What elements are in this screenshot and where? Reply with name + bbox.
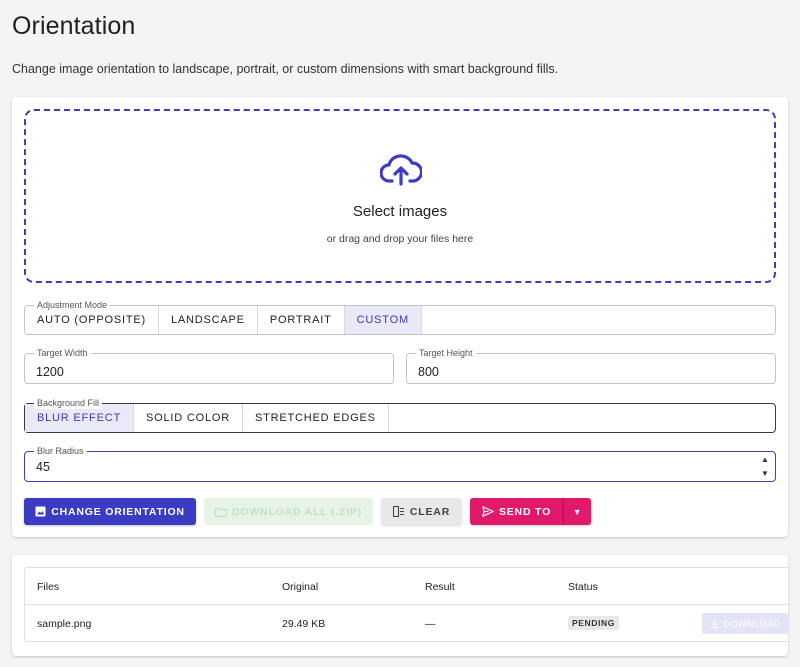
file-result: —: [425, 618, 436, 630]
background-fill-group: Background Fill BLUR EFFECT SOLID COLOR …: [24, 397, 776, 433]
send-to-button[interactable]: SEND TO: [470, 498, 563, 525]
orientation-card: Select images or drag and drop your file…: [12, 97, 788, 537]
caret-down-icon: ▼: [572, 506, 583, 517]
header-result: Result: [425, 581, 455, 593]
clear-label: CLEAR: [409, 505, 451, 518]
file-name: sample.png: [37, 618, 92, 630]
page-title: Orientation: [12, 12, 136, 40]
adjustment-mode-group: Adjustment Mode AUTO (OPPOSITE) LANDSCAP…: [24, 299, 776, 335]
dropzone-title: Select images: [352, 203, 448, 220]
dropzone-subtitle: or drag and drop your files here: [326, 233, 474, 245]
page-description: Change image orientation to landscape, p…: [12, 62, 559, 76]
fill-solid-color[interactable]: SOLID COLOR: [134, 404, 243, 432]
target-width-field[interactable]: Target Width 1200: [24, 347, 394, 384]
clear-button[interactable]: CLEAR: [381, 498, 462, 525]
target-height-value[interactable]: 800: [418, 365, 439, 379]
mode-custom[interactable]: CUSTOM: [344, 306, 422, 334]
header-status: Status: [568, 581, 598, 593]
image-dropzone[interactable]: Select images or drag and drop your file…: [24, 109, 776, 283]
download-all-button[interactable]: DOWNLOAD ALL (.ZIP): [204, 498, 373, 525]
download-icon: [710, 619, 719, 628]
download-file-button[interactable]: DOWNLOAD: [702, 613, 789, 634]
download-file-label: DOWNLOAD: [723, 618, 781, 629]
blur-radius-label: Blur Radius: [34, 445, 87, 457]
cloud-upload-icon: [380, 154, 422, 186]
blur-radius-value[interactable]: 45: [36, 460, 50, 474]
file-original-size: 29.49 KB: [282, 618, 326, 630]
chevron-down-icon[interactable]: ▼: [761, 469, 769, 479]
send-icon: [482, 506, 494, 517]
send-to-label: SEND TO: [498, 505, 552, 518]
chevron-up-icon[interactable]: ▲: [761, 455, 769, 465]
target-height-label: Target Height: [416, 347, 476, 359]
mode-landscape[interactable]: LANDSCAPE: [159, 306, 258, 334]
clear-all-icon: [392, 506, 405, 517]
adjustment-mode-label: Adjustment Mode: [34, 299, 111, 311]
background-fill-label: Background Fill: [34, 397, 103, 409]
status-badge: PENDING: [568, 616, 619, 630]
download-all-label: DOWNLOAD ALL (.ZIP): [231, 505, 363, 518]
mode-portrait[interactable]: PORTRAIT: [258, 306, 345, 334]
blur-radius-stepper[interactable]: ▲ ▼: [759, 455, 771, 479]
target-width-label: Target Width: [34, 347, 91, 359]
send-to-dropdown-button[interactable]: ▼: [563, 498, 591, 525]
target-height-field[interactable]: Target Height 800: [406, 347, 776, 384]
change-orientation-button[interactable]: CHANGE ORIENTATION: [24, 498, 196, 525]
table-divider: [25, 604, 788, 605]
files-table: Files Original Result Status sample.png …: [24, 567, 789, 642]
blur-radius-field[interactable]: Blur Radius 45 ▲ ▼: [24, 445, 776, 482]
fill-stretched-edges[interactable]: STRETCHED EDGES: [243, 404, 389, 432]
folder-icon: [214, 507, 227, 517]
target-width-value[interactable]: 1200: [36, 365, 64, 379]
header-original: Original: [282, 581, 319, 593]
files-card: Files Original Result Status sample.png …: [12, 555, 789, 656]
image-icon: [35, 506, 46, 517]
change-orientation-label: CHANGE ORIENTATION: [51, 505, 185, 518]
header-files: Files: [37, 581, 60, 593]
